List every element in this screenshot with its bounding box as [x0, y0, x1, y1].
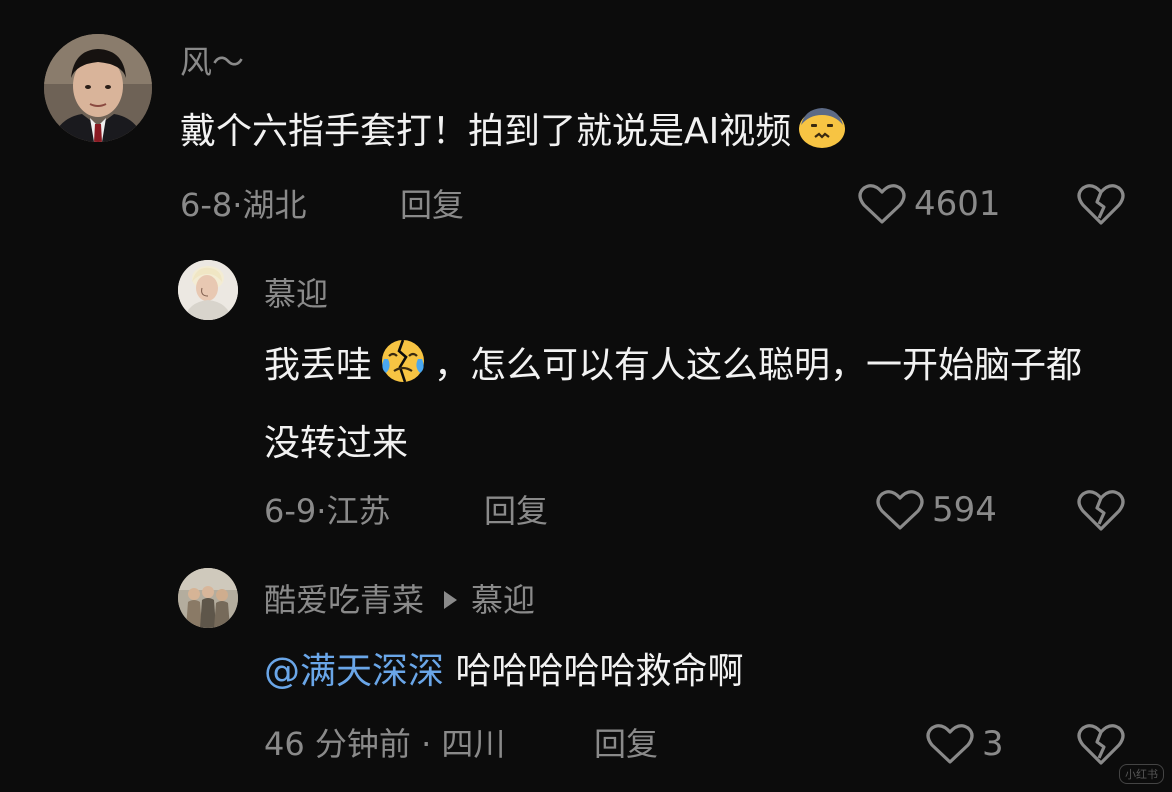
- username[interactable]: 酷爱吃青菜: [264, 581, 424, 619]
- crying-broken-face-emoji-icon: [378, 336, 428, 408]
- username[interactable]: 慕迎: [264, 274, 328, 314]
- comment-date: 46 分钟前: [264, 725, 411, 763]
- meta-separator: ·: [410, 725, 442, 763]
- dislike-button[interactable]: [1077, 488, 1125, 532]
- meta-separator: ·: [316, 492, 327, 530]
- username[interactable]: 风～: [180, 42, 244, 82]
- comment-location: 四川: [441, 725, 506, 763]
- reply-button[interactable]: 回复: [484, 491, 548, 531]
- user-avatar-icon: [44, 34, 152, 142]
- heart-outline-icon: [858, 184, 906, 224]
- comment-text: 戴个六指手套打！拍到了就说是AI视频: [180, 96, 847, 174]
- user-avatar-icon: [178, 568, 238, 628]
- heart-outline-icon: [876, 490, 924, 530]
- comment-item: 酷爱吃青菜 慕迎 @满天深深 哈哈哈哈哈救命啊 46 分钟前 · 四川 回复 3: [0, 560, 1172, 792]
- broken-heart-icon: [1077, 724, 1125, 765]
- reply-button[interactable]: 回复: [400, 185, 464, 225]
- broken-heart-icon: [1077, 490, 1125, 531]
- username-row: 酷爱吃青菜 慕迎: [264, 580, 535, 620]
- avatar[interactable]: [44, 34, 152, 142]
- comment-item: 慕迎 我丢哇 ，怎么可以有人这么聪明，一开始脑子都没转过来 6-9·江苏 回复 …: [0, 250, 1172, 560]
- like-count: 3: [982, 724, 1004, 764]
- comment-location: 江苏: [326, 492, 391, 530]
- comment-meta: 6-9·江苏: [264, 491, 390, 531]
- like-button[interactable]: 594: [876, 488, 997, 532]
- reply-arrow-icon: [444, 591, 458, 609]
- heart-outline-icon: [926, 724, 974, 764]
- comment-text: 我丢哇 ，怎么可以有人这么聪明，一开始脑子都没转过来: [264, 330, 1094, 480]
- broken-heart-icon: [1077, 184, 1125, 225]
- dislike-button[interactable]: [1077, 722, 1125, 766]
- like-count: 594: [932, 490, 997, 530]
- comment-item: 风～ 戴个六指手套打！拍到了就说是AI视频 6-8·湖北 回复 4601: [0, 0, 1172, 250]
- reply-to-username[interactable]: 慕迎: [471, 581, 535, 619]
- comment-text: @满天深深 哈哈哈哈哈救命啊: [264, 636, 743, 708]
- watermark-logo: 小红书: [1119, 764, 1164, 784]
- comment-text-content: 哈哈哈哈哈救命啊: [444, 651, 744, 692]
- comment-text-content: 我丢哇: [264, 345, 373, 386]
- comment-date: 6-9: [264, 492, 317, 530]
- comment-date: 6-8: [180, 186, 233, 224]
- like-button[interactable]: 3: [926, 722, 1004, 766]
- dislike-button[interactable]: [1077, 182, 1125, 226]
- like-count: 4601: [914, 184, 1001, 224]
- comment-meta: 46 分钟前 · 四川: [264, 724, 505, 764]
- avatar[interactable]: [178, 568, 238, 628]
- comment-text-content: 戴个六指手套打！拍到了就说是AI视频: [180, 111, 792, 152]
- like-button[interactable]: 4601: [858, 182, 1001, 226]
- meta-separator: ·: [232, 186, 243, 224]
- comment-location: 湖北: [242, 186, 307, 224]
- reply-button[interactable]: 回复: [594, 724, 658, 764]
- fearful-face-emoji-icon: [797, 102, 847, 174]
- mention-link[interactable]: @满天深深: [264, 651, 444, 692]
- comment-meta: 6-8·湖北: [180, 185, 306, 225]
- user-avatar-icon: [178, 260, 238, 320]
- avatar[interactable]: [178, 260, 238, 320]
